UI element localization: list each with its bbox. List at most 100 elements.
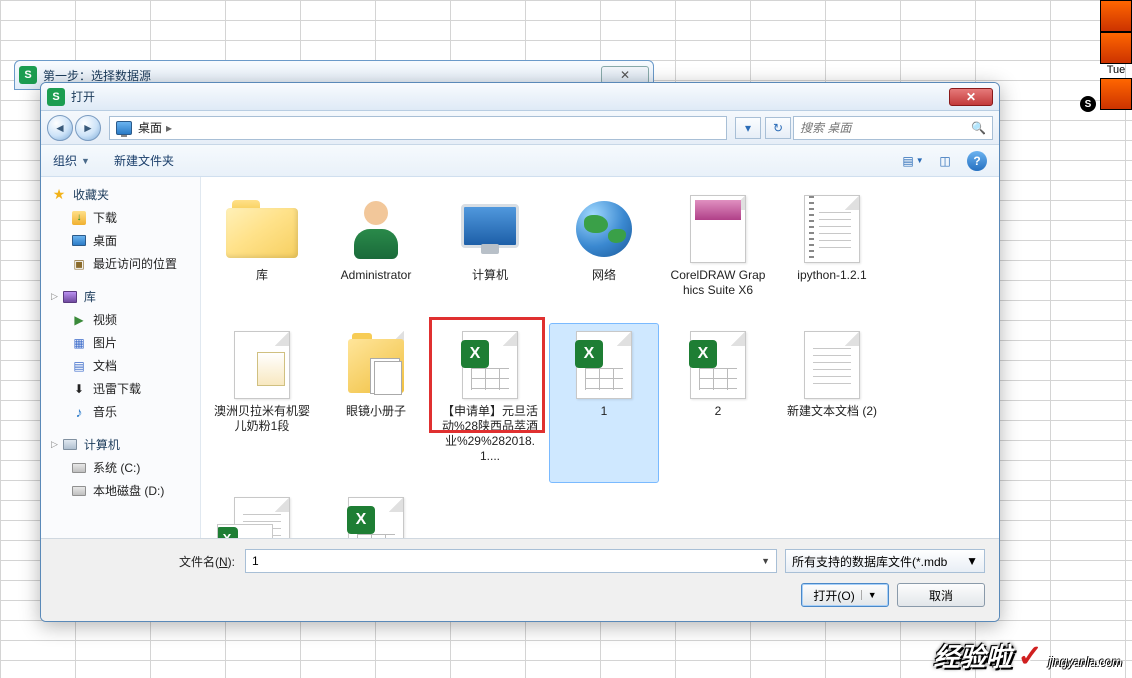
widget-1 (1100, 0, 1132, 32)
file-tile-zhegou[interactable]: X 喆购商品资料表2017-12-27 (321, 489, 431, 538)
chevron-down-icon: ▼ (966, 554, 978, 568)
file-label: Administrator (341, 268, 412, 283)
tue-label: Tue (1100, 64, 1132, 76)
refresh-button[interactable]: ↻ (765, 117, 791, 139)
sidebar-item-label: 本地磁盘 (D:) (93, 482, 164, 499)
computer-icon (461, 204, 519, 254)
chevron-right-icon: ▸ (166, 121, 172, 135)
file-label: 计算机 (472, 268, 508, 283)
file-tile-application[interactable]: X 【申请单】元旦活动%28陕西品萃酒业%29%282018.1.... (435, 323, 545, 483)
file-icon (804, 195, 860, 263)
music-icon: ♪ (71, 404, 87, 420)
drive-icon (72, 486, 86, 496)
file-label: 1 (601, 404, 608, 419)
breadcrumb-dropdown[interactable]: ▾ (735, 117, 761, 139)
sidebar-item-label: 视频 (93, 311, 117, 328)
xls-icon: X (690, 331, 746, 399)
sidebar-item-downloads[interactable]: 下载 (41, 206, 200, 229)
sidebar-computer-header[interactable]: ▷ 计算机 (41, 433, 200, 456)
file-tile-administrator[interactable]: Administrator (321, 187, 431, 317)
video-icon: ▶ (71, 312, 87, 328)
sidebar-item-label: 迅雷下载 (93, 380, 141, 397)
file-type-filter[interactable]: 所有支持的数据库文件(*.mdb ▼ (785, 549, 985, 573)
folder-icon (348, 331, 404, 399)
sidebar-favorites-label: 收藏夹 (73, 186, 109, 203)
file-tile-1[interactable]: X 1 (549, 323, 659, 483)
file-tile-computer[interactable]: 计算机 (435, 187, 545, 317)
file-tile-glasses[interactable]: 眼镜小册子 (321, 323, 431, 483)
file-tile-newtxt2[interactable]: 新建文本文档 (2) (777, 323, 887, 483)
organize-menu[interactable]: 组织 ▼ (53, 152, 90, 169)
sidebar-item-music[interactable]: ♪音乐 (41, 400, 200, 423)
file-list-area[interactable]: 库 Administrator 计算机 网络 CorelDRAW Graphic… (201, 177, 999, 538)
file-tile-2[interactable]: X 2 (663, 323, 773, 483)
new-folder-label: 新建文件夹 (114, 152, 174, 169)
recent-icon: ▣ (71, 256, 87, 272)
sidebar-item-recent[interactable]: ▣最近访问的位置 (41, 252, 200, 275)
sidebar-item-drive-c[interactable]: 系统 (C:) (41, 456, 200, 479)
view-mode-button[interactable]: ▤▼ (899, 150, 927, 172)
file-label: 新建文本文档 (2) (787, 404, 877, 419)
filename-label: 文件名(N): (55, 553, 235, 570)
breadcrumb-location: 桌面 (138, 119, 162, 136)
filename-value: 1 (252, 554, 259, 568)
library-icon (63, 291, 77, 303)
cancel-button[interactable]: 取消 (897, 583, 985, 607)
network-icon (576, 201, 632, 257)
file-label: 眼镜小册子 (346, 404, 406, 419)
checkmark-icon: ✓ (1017, 639, 1042, 674)
file-icon (690, 195, 746, 263)
sidebar-item-documents[interactable]: ▤文档 (41, 354, 200, 377)
new-folder-button[interactable]: 新建文件夹 (114, 152, 174, 169)
sidebar-libraries-label: 库 (84, 288, 96, 305)
dialog-titlebar: S 打开 ✕ (41, 83, 999, 111)
file-tile-milk[interactable]: 澳洲贝拉米有机婴儿奶粉1段 (207, 323, 317, 453)
filename-input[interactable]: 1 ▼ (245, 549, 777, 573)
picture-icon: ▦ (71, 335, 87, 351)
download-icon (72, 211, 86, 225)
file-tile-network[interactable]: 网络 (549, 187, 659, 317)
open-button-label: 打开(O) (813, 587, 854, 604)
nav-back-button[interactable]: ◄ (47, 115, 73, 141)
sidebar-item-thunder[interactable]: ⬇迅雷下载 (41, 377, 200, 400)
nav-forward-button[interactable]: ► (75, 115, 101, 141)
desktop-icon (72, 235, 86, 246)
search-input[interactable] (800, 121, 967, 135)
breadcrumb-bar[interactable]: 桌面 ▸ (109, 116, 727, 140)
search-box[interactable]: 🔍 (793, 116, 993, 140)
xls-icon: X (348, 497, 404, 538)
chevron-down-icon: ▼ (81, 156, 90, 166)
app-icon: S (19, 66, 37, 84)
close-button[interactable]: ✕ (949, 88, 993, 106)
file-label: CorelDRAW Graphics Suite X6 (668, 268, 768, 298)
user-icon (350, 199, 402, 259)
file-tile-partial[interactable]: X (217, 524, 273, 538)
sidebar-item-drive-d[interactable]: 本地磁盘 (D:) (41, 479, 200, 502)
file-tile-libraries[interactable]: 库 (207, 187, 317, 317)
sidebar-item-label: 桌面 (93, 232, 117, 249)
file-label: 库 (256, 268, 268, 283)
preview-pane-button[interactable]: ◫ (931, 150, 959, 172)
open-button[interactable]: 打开(O) ▼ (801, 583, 889, 607)
sidebar-item-pictures[interactable]: ▦图片 (41, 331, 200, 354)
chevron-down-icon[interactable]: ▼ (761, 556, 770, 566)
watermark-main: 经验啦 (933, 637, 1011, 674)
parent-dialog-title: 第一步：选择数据源 (43, 67, 601, 84)
file-label: 澳洲贝拉米有机婴儿奶粉1段 (212, 404, 312, 434)
sidebar-item-videos[interactable]: ▶ 视频 (41, 308, 200, 331)
sidebar-libraries-header[interactable]: ▷ 库 (41, 285, 200, 308)
expand-icon: ▷ (51, 439, 58, 450)
txt-icon (804, 331, 860, 399)
filter-label: 所有支持的数据库文件(*.mdb (792, 553, 947, 570)
file-tile-coreldraw[interactable]: CorelDRAW Graphics Suite X6 (663, 187, 773, 317)
file-tile-ipython[interactable]: ipython-1.2.1 (777, 187, 887, 317)
file-icon (234, 331, 290, 399)
file-label: ipython-1.2.1 (797, 268, 866, 283)
drive-icon (72, 463, 86, 473)
dialog-footer: 文件名(N): 1 ▼ 所有支持的数据库文件(*.mdb ▼ 打开(O) ▼ 取… (41, 538, 999, 621)
sidebar-item-desktop[interactable]: 桌面 (41, 229, 200, 252)
help-button[interactable]: ? (967, 151, 987, 171)
sidebar-favorites-header[interactable]: ★ 收藏夹 (41, 183, 200, 206)
search-icon: 🔍 (971, 121, 986, 135)
toolbar: 组织 ▼ 新建文件夹 ▤▼ ◫ ? (41, 145, 999, 177)
